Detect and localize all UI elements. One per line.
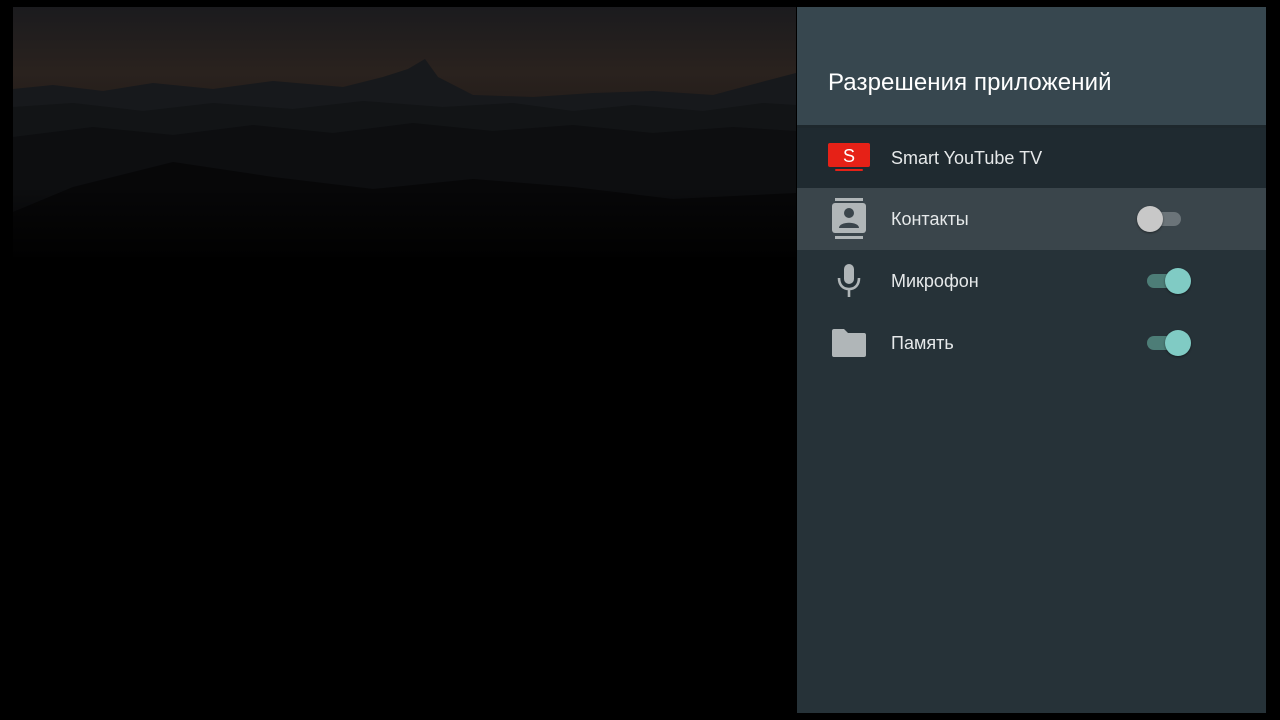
folder-icon bbox=[827, 321, 871, 365]
panel-title: Разрешения приложений bbox=[828, 69, 1112, 96]
permission-label: Микрофон bbox=[891, 270, 979, 291]
toggle-thumb bbox=[1165, 268, 1191, 294]
toggle-thumb bbox=[1137, 206, 1163, 232]
permission-row-contacts[interactable]: Контакты bbox=[797, 188, 1266, 250]
storage-toggle[interactable] bbox=[1137, 328, 1191, 358]
tv-screen: Разрешения приложений S Smart YouTube TV bbox=[0, 0, 1280, 720]
permission-row-storage[interactable]: Память bbox=[797, 312, 1266, 374]
microphone-icon bbox=[827, 259, 871, 303]
microphone-toggle[interactable] bbox=[1137, 266, 1191, 296]
panel-header: Разрешения приложений bbox=[797, 7, 1266, 125]
permission-label: Контакты bbox=[891, 208, 969, 229]
mountain-silhouette-image bbox=[13, 7, 796, 713]
app-info-row: S Smart YouTube TV bbox=[797, 128, 1266, 188]
app-permissions-panel: Разрешения приложений S Smart YouTube TV bbox=[797, 7, 1266, 713]
app-logo-letter: S bbox=[843, 146, 855, 166]
permission-row-microphone[interactable]: Микрофон bbox=[797, 250, 1266, 312]
permission-label: Память bbox=[891, 332, 954, 353]
toggle-thumb bbox=[1165, 330, 1191, 356]
contacts-icon bbox=[827, 197, 871, 241]
smart-youtube-tv-logo-icon: S bbox=[827, 136, 871, 180]
background-wallpaper bbox=[13, 7, 796, 713]
app-name: Smart YouTube TV bbox=[891, 147, 1043, 168]
contacts-toggle[interactable] bbox=[1137, 204, 1191, 234]
